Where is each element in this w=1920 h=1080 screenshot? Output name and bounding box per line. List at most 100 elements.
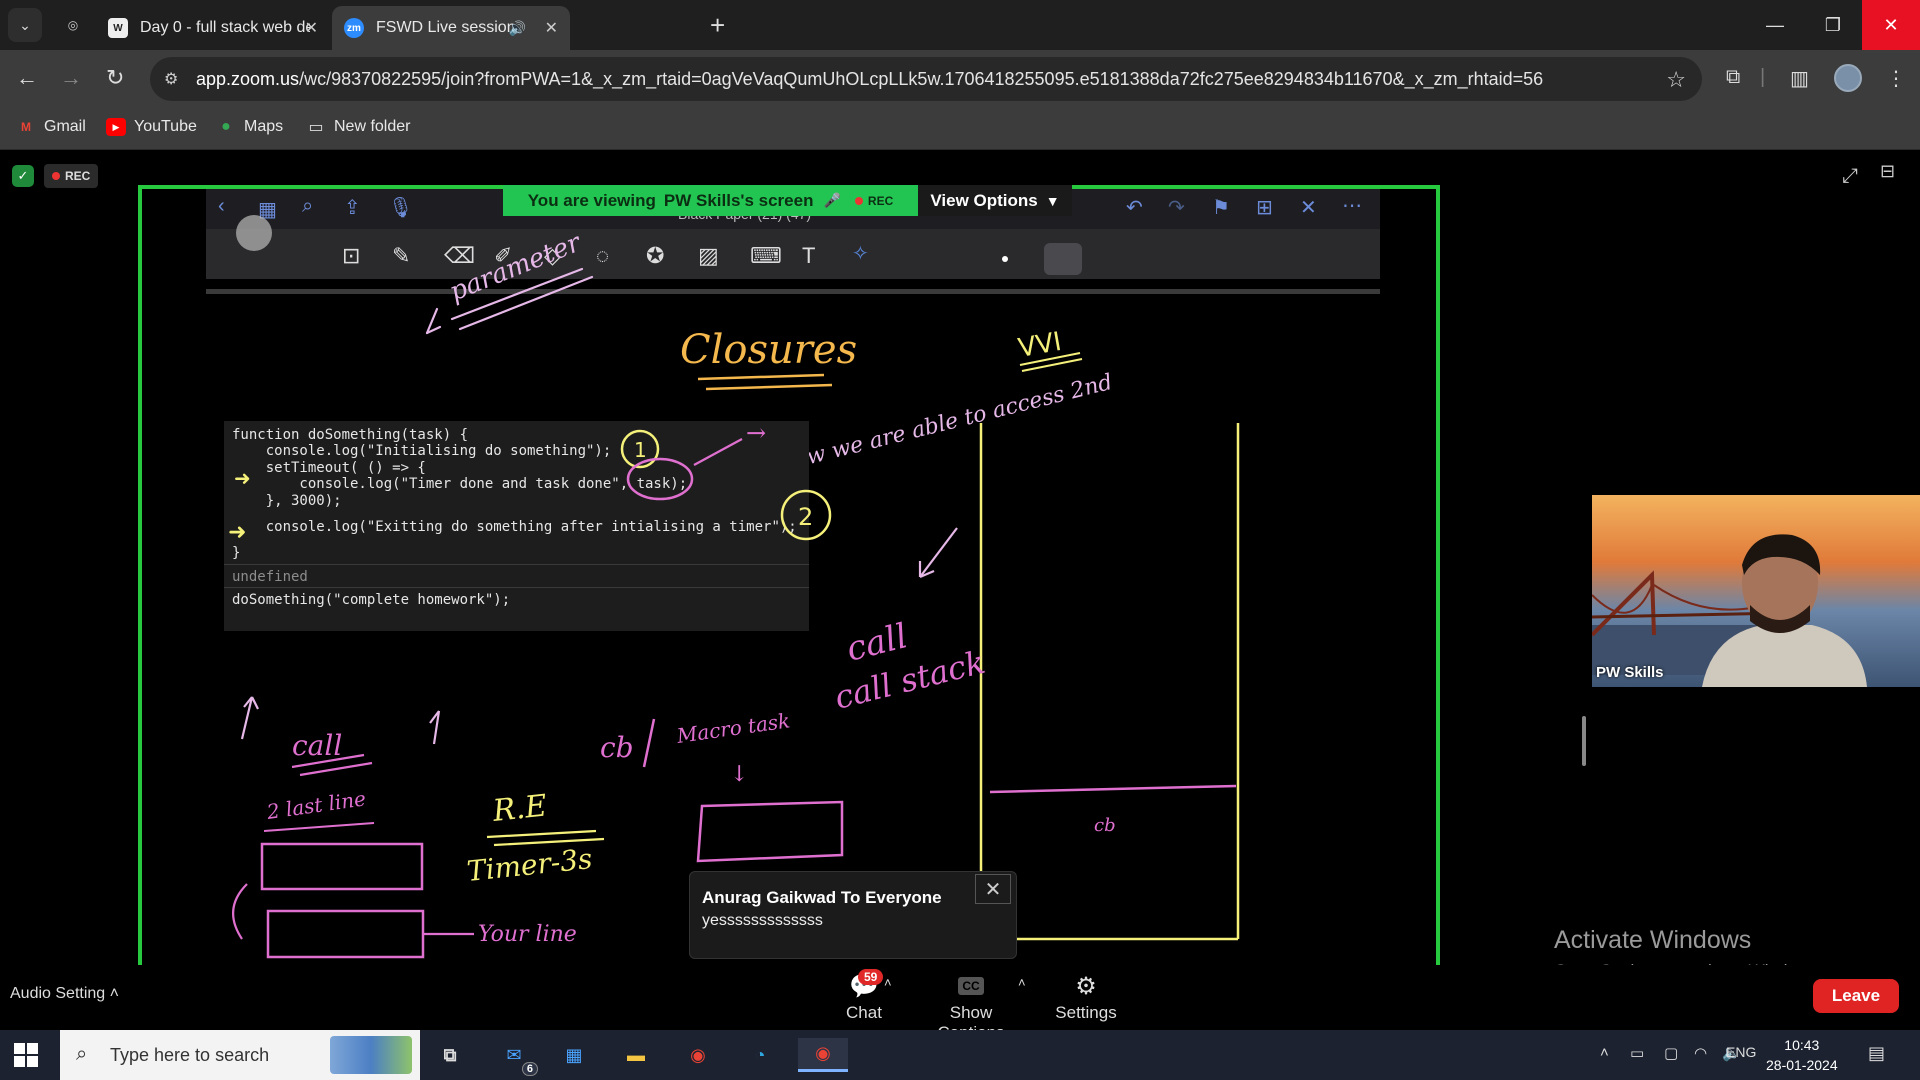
tab-day0[interactable]: W Day 0 - full stack web developm ✕	[96, 6, 330, 50]
restore-button[interactable]: ❐	[1804, 0, 1862, 50]
chat-badge: 59	[858, 969, 884, 985]
view-options-label: View Options	[930, 190, 1038, 210]
leave-button[interactable]: Leave	[1813, 979, 1899, 1013]
youtube-icon: ▶	[106, 118, 126, 136]
tab-title: Day 0 - full stack web developm	[140, 19, 310, 36]
shared-screen: ‹ ▦ ⌕ ⇪ 🎙 Black Paper (21) (47) ↶ ↷ ⚑ ⊞ …	[138, 185, 1440, 965]
zoom-control-bar: Audio Setting ˄ 💬 59 Chat ˄ CC Show Capt…	[0, 965, 1920, 1042]
wordpress-icon: W	[108, 18, 128, 38]
new-tab-button[interactable]: +	[710, 12, 725, 38]
search-placeholder: Type here to search	[110, 1045, 270, 1065]
rec-dot-icon	[52, 172, 60, 180]
handwritten-overlay: 1 → 2 ➜ ➜	[228, 419, 832, 545]
maps-pin-icon: ●	[221, 118, 231, 135]
store-app-icon[interactable]: ▦	[556, 1038, 592, 1072]
browser-nav-bar: ← → ↻ ⚙ app.zoom.us/wc/98370822595/join?…	[0, 50, 1920, 108]
system-clock[interactable]: 10:43 28-01-2024	[1766, 1035, 1838, 1075]
settings-button[interactable]: ⚙ Settings	[1052, 969, 1120, 1023]
rec-label: REC	[65, 169, 91, 183]
forward-button[interactable]: →	[60, 66, 82, 90]
audio-playing-icon[interactable]: 🔊	[509, 20, 526, 37]
site-info-icon[interactable]: ⚙	[164, 69, 178, 89]
chrome-icon[interactable]: ◉	[680, 1038, 716, 1072]
chat-label: Chat	[846, 1003, 882, 1022]
close-tab-icon[interactable]: ✕	[305, 18, 318, 38]
view-options-button[interactable]: View Options ▼	[918, 185, 1072, 216]
captions-options-caret[interactable]: ˄	[1018, 975, 1026, 990]
annotation-how-arrow: →	[746, 419, 766, 447]
profile-avatar[interactable]	[1834, 64, 1862, 92]
banner-rec-label: REC	[867, 193, 894, 208]
divider: |	[1760, 66, 1766, 88]
banner-name: PW Skills's screen	[663, 190, 814, 210]
gallery-view-icon[interactable]: ⊟	[1880, 161, 1895, 182]
encryption-shield-icon[interactable]: ✓	[12, 165, 34, 187]
chat-notification[interactable]: Anurag Gaikwad To Everyone yesssssssssss…	[689, 871, 1017, 959]
cc-icon-text: CC	[958, 977, 984, 995]
windows-taskbar: ⌕ Type here to search ⧉ ✉ 6 ▦ ▬ ◉ ◔ ◉ ˄ ▭…	[0, 1030, 1920, 1080]
recording-badge[interactable]: REC	[44, 164, 99, 188]
participant-name: PW Skills	[1596, 664, 1664, 681]
url-text[interactable]: app.zoom.us/wc/98370822595/join?fromPWA=…	[196, 69, 1543, 90]
hidden-icons-chevron[interactable]: ˄	[1600, 1044, 1609, 1061]
bookmark-gmail[interactable]: M Gmail	[16, 118, 86, 136]
address-bar[interactable]: ⚙ app.zoom.us/wc/98370822595/join?fromPW…	[150, 57, 1702, 101]
close-window-button[interactable]: ✕	[1862, 0, 1920, 50]
battery-icon[interactable]: ▭	[1630, 1044, 1644, 1062]
notifications-icon[interactable]: ▤	[1868, 1043, 1885, 1064]
close-notification-icon[interactable]: ✕	[975, 874, 1011, 904]
audio-setting-button[interactable]: Audio Setting ˄	[10, 985, 119, 1003]
close-tab-icon[interactable]: ✕	[545, 18, 558, 38]
viewing-banner: You are viewing PW Skills's screen 🎤 REC	[503, 185, 918, 216]
taskbar-search[interactable]: ⌕ Type here to search	[60, 1030, 420, 1080]
fullscreen-icon[interactable]: ⤢	[1842, 165, 1858, 188]
bookmark-new-folder[interactable]: ▭ New folder	[306, 118, 410, 136]
side-panel-icon[interactable]: ▥	[1790, 66, 1809, 91]
bookmark-youtube[interactable]: ▶ YouTube	[106, 118, 197, 136]
chrome-active-icon[interactable]: ◉	[798, 1038, 848, 1072]
chat-message: yesssssssssssss	[702, 912, 823, 929]
minimize-button[interactable]: —	[1746, 0, 1804, 50]
cc-icon: CC	[916, 969, 1026, 1003]
file-explorer-icon[interactable]: ▬	[618, 1038, 654, 1072]
windows-start-icon[interactable]	[14, 1043, 38, 1067]
extensions-icon[interactable]: ⧉	[1726, 66, 1740, 89]
browser-tab-bar: ⌄ ◎ W Day 0 - full stack web developm ✕ …	[0, 0, 1920, 50]
rec-dot-icon	[854, 196, 863, 205]
chevron-up-icon: ˄	[109, 985, 119, 1002]
banner-rec: REC	[854, 193, 894, 208]
search-icon: ⌕	[76, 1043, 88, 1065]
language-indicator[interactable]: ENG	[1726, 1044, 1756, 1060]
url-path: /wc/98370822595/join?fromPWA=1&_x_zm_rta…	[299, 69, 1544, 89]
meet-now-icon[interactable]: ▢	[1664, 1044, 1678, 1062]
tab-search-button[interactable]: ⌄	[8, 8, 42, 42]
yellow-arrow-1: ➜	[234, 466, 251, 490]
reload-button[interactable]: ↻	[106, 66, 124, 90]
bookmark-maps[interactable]: ● Maps	[216, 118, 283, 136]
back-button[interactable]: ←	[16, 66, 38, 90]
activate-title: Activate Windows	[1554, 926, 1752, 954]
tab-title: FSWD Live session	[376, 19, 516, 36]
banner-text: You are viewing	[527, 190, 656, 210]
bookmark-label: YouTube	[134, 118, 197, 135]
chat-options-caret[interactable]: ˄	[884, 975, 892, 990]
gear-icon: ⚙	[1075, 972, 1097, 1000]
browser-menu-icon[interactable]: ⋮	[1886, 66, 1906, 91]
mail-app-icon[interactable]: ✉ 6	[496, 1038, 538, 1076]
bookmarks-bar: M Gmail ▶ YouTube ● Maps ▭ New folder	[0, 108, 1920, 150]
wifi-icon[interactable]: ◠	[1694, 1044, 1707, 1062]
settings-label: Settings	[1055, 1003, 1117, 1022]
zoom-icon: zm	[344, 18, 364, 38]
annotation-num2: 2	[798, 503, 813, 531]
task-view-icon[interactable]: ⧉	[432, 1038, 468, 1072]
edge-icon[interactable]: ◔	[742, 1038, 778, 1072]
tile-resize-handle[interactable]	[1582, 716, 1586, 766]
chevron-down-icon: ▼	[1045, 192, 1060, 209]
gmail-icon: M	[21, 120, 31, 134]
participant-video-tile[interactable]: PW Skills	[1592, 495, 1920, 687]
chatgpt-tab-icon[interactable]: ◎	[62, 14, 84, 36]
bookmark-star-icon[interactable]: ☆	[1666, 67, 1686, 93]
search-highlight-image	[330, 1036, 412, 1074]
clock-date: 28-01-2024	[1766, 1057, 1838, 1073]
tab-fswd-live[interactable]: zm FSWD Live session 🔊 ✕	[332, 6, 570, 50]
